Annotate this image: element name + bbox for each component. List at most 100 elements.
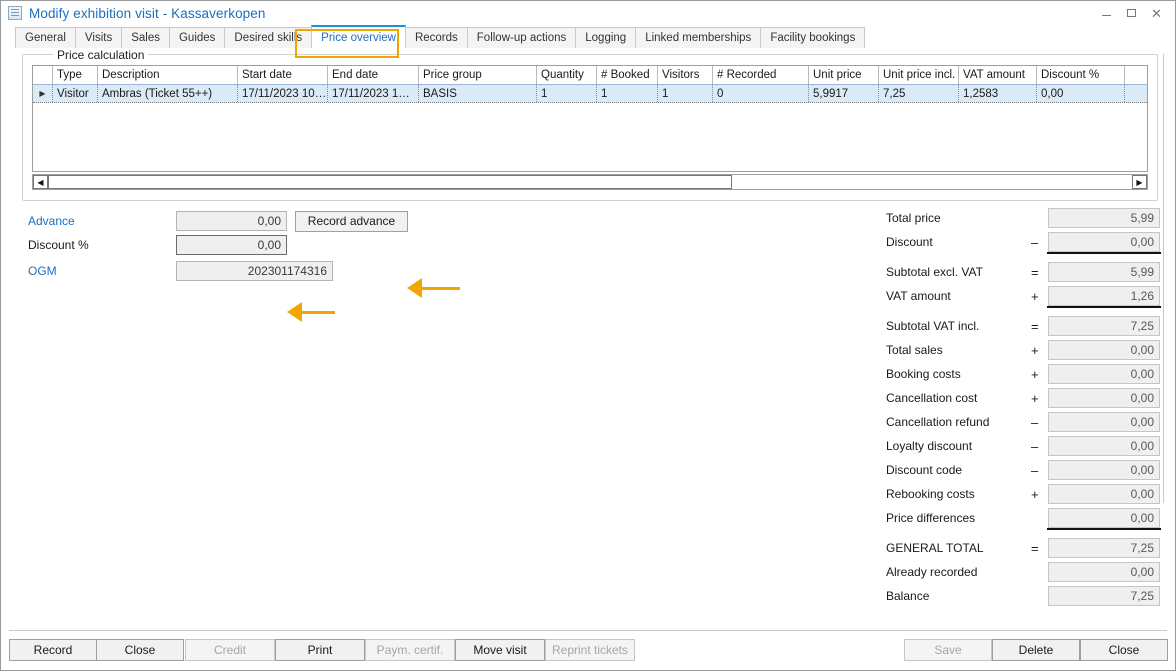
column-header[interactable]: Start date [238, 66, 328, 84]
totals-operator: + [1031, 289, 1048, 304]
totals-label: GENERAL TOTAL [886, 541, 1031, 555]
scroll-right-icon[interactable]: ▶ [1132, 175, 1147, 189]
totals-row: Cancellation refund–0,00 [886, 412, 1163, 432]
totals-operator: – [1031, 463, 1048, 478]
maximize-button[interactable] [1119, 3, 1144, 23]
totals-row: Discount–0,00 [886, 232, 1163, 252]
row-indicator-icon[interactable]: ▶ [33, 85, 53, 102]
discount-percent-input[interactable]: 0,00 [176, 235, 287, 255]
tab-linked-memberships[interactable]: Linked memberships [635, 27, 761, 48]
totals-row: Subtotal VAT incl.=7,25 [886, 316, 1163, 336]
tab-logging[interactable]: Logging [575, 27, 636, 48]
totals-label: Total price [886, 211, 1031, 225]
table-cell[interactable]: 17/11/2023 1… [328, 85, 419, 102]
tab-guides[interactable]: Guides [169, 27, 225, 48]
footer-button-credit: Credit [185, 639, 275, 661]
column-header[interactable]: Type [53, 66, 98, 84]
table-cell[interactable]: 1 [597, 85, 658, 102]
totals-value-field: 7,25 [1048, 316, 1160, 336]
table-cell[interactable]: Ambras (Ticket 55++) [98, 85, 238, 102]
grid-empty-space [33, 103, 1147, 172]
table-cell[interactable]: BASIS [419, 85, 537, 102]
totals-operator: + [1031, 367, 1048, 382]
arrow-record-advance [407, 278, 460, 298]
modify-exhibition-visit-window: Modify exhibition visit - Kassaverkopen … [0, 0, 1176, 671]
tab-records[interactable]: Records [405, 27, 468, 48]
column-header[interactable]: VAT amount [959, 66, 1037, 84]
footer-button-delete[interactable]: Delete [992, 639, 1080, 661]
footer-button-paym-certif-: Paym. certif. [365, 639, 455, 661]
scrollbar-thumb[interactable] [48, 175, 732, 189]
title-bar: Modify exhibition visit - Kassaverkopen … [1, 1, 1175, 25]
totals-value-field: 7,25 [1048, 586, 1160, 606]
advance-field[interactable]: 0,00 [176, 211, 287, 231]
scroll-left-icon[interactable]: ◀ [33, 175, 48, 189]
footer-button-move-visit[interactable]: Move visit [455, 639, 545, 661]
table-cell[interactable]: 0,00 [1037, 85, 1125, 102]
column-header[interactable]: # Booked [597, 66, 658, 84]
tab-label: Logging [585, 32, 626, 44]
arrow-discount-field [287, 302, 335, 322]
ogm-field[interactable]: 202301174316 [176, 261, 333, 281]
tab-label: Facility bookings [770, 32, 855, 44]
totals-row: Cancellation cost+0,00 [886, 388, 1163, 408]
column-header[interactable]: Discount % [1037, 66, 1125, 84]
footer-button-close[interactable]: Close [1080, 639, 1168, 661]
table-cell[interactable]: 7,25 [879, 85, 959, 102]
tab-label: Linked memberships [645, 32, 751, 44]
column-header[interactable]: Visitors [658, 66, 713, 84]
column-header[interactable]: Description [98, 66, 238, 84]
footer-button-record[interactable]: Record [9, 639, 97, 661]
column-header[interactable]: Unit price incl. [879, 66, 959, 84]
totals-subtotal-rule [1047, 528, 1161, 530]
grid-header-row: TypeDescriptionStart dateEnd datePrice g… [33, 66, 1147, 85]
totals-label: Cancellation refund [886, 415, 1031, 429]
tab-label: Follow-up actions [477, 32, 566, 44]
footer-button-print[interactable]: Print [275, 639, 365, 661]
tab-desired-skills[interactable]: Desired skills [224, 27, 312, 48]
totals-row: Booking costs+0,00 [886, 364, 1163, 384]
footer-separator [9, 630, 1167, 631]
tab-sales[interactable]: Sales [121, 27, 170, 48]
tab-facility-bookings[interactable]: Facility bookings [760, 27, 865, 48]
tab-follow-up-actions[interactable]: Follow-up actions [467, 27, 576, 48]
table-cell[interactable]: 0 [713, 85, 809, 102]
table-cell[interactable]: 1 [537, 85, 597, 102]
column-header[interactable]: Price group [419, 66, 537, 84]
column-header[interactable]: Quantity [537, 66, 597, 84]
table-cell[interactable]: 1,2583 [959, 85, 1037, 102]
tab-price-overview[interactable]: Price overview [311, 25, 406, 48]
window-controls: ✕ [1094, 1, 1175, 25]
minimize-button[interactable] [1094, 3, 1119, 23]
totals-value-field: 0,00 [1048, 388, 1160, 408]
table-cell[interactable]: 17/11/2023 10… [238, 85, 328, 102]
totals-value-field: 0,00 [1048, 484, 1160, 504]
scrollbar-track[interactable] [48, 175, 1132, 189]
totals-operator: = [1031, 319, 1048, 334]
column-header[interactable]: Unit price [809, 66, 879, 84]
table-cell[interactable]: 1 [658, 85, 713, 102]
totals-value-field: 0,00 [1048, 412, 1160, 432]
totals-value-field: 7,25 [1048, 538, 1160, 558]
record-advance-button[interactable]: Record advance [295, 211, 408, 232]
totals-panel-divider [1163, 54, 1164, 503]
tab-general[interactable]: General [15, 27, 76, 48]
grid-horizontal-scrollbar[interactable]: ◀ ▶ [32, 174, 1148, 190]
footer-button-close[interactable]: Close [96, 639, 184, 661]
totals-operator: + [1031, 391, 1048, 406]
row-indicator-header[interactable] [33, 66, 53, 84]
totals-row: Rebooking costs+0,00 [886, 484, 1163, 504]
tab-visits[interactable]: Visits [75, 27, 122, 48]
totals-label: Discount [886, 235, 1031, 249]
close-window-button[interactable]: ✕ [1144, 3, 1169, 23]
column-header[interactable]: End date [328, 66, 419, 84]
table-cell[interactable]: 5,9917 [809, 85, 879, 102]
table-cell[interactable]: Visitor [53, 85, 98, 102]
column-header[interactable]: # Recorded [713, 66, 809, 84]
price-lines-grid[interactable]: TypeDescriptionStart dateEnd datePrice g… [32, 65, 1148, 172]
tab-label: Price overview [321, 32, 396, 44]
totals-operator: – [1031, 235, 1048, 250]
document-icon [8, 6, 22, 20]
totals-value-field: 5,99 [1048, 208, 1160, 228]
table-row[interactable]: ▶VisitorAmbras (Ticket 55++)17/11/2023 1… [33, 85, 1147, 103]
